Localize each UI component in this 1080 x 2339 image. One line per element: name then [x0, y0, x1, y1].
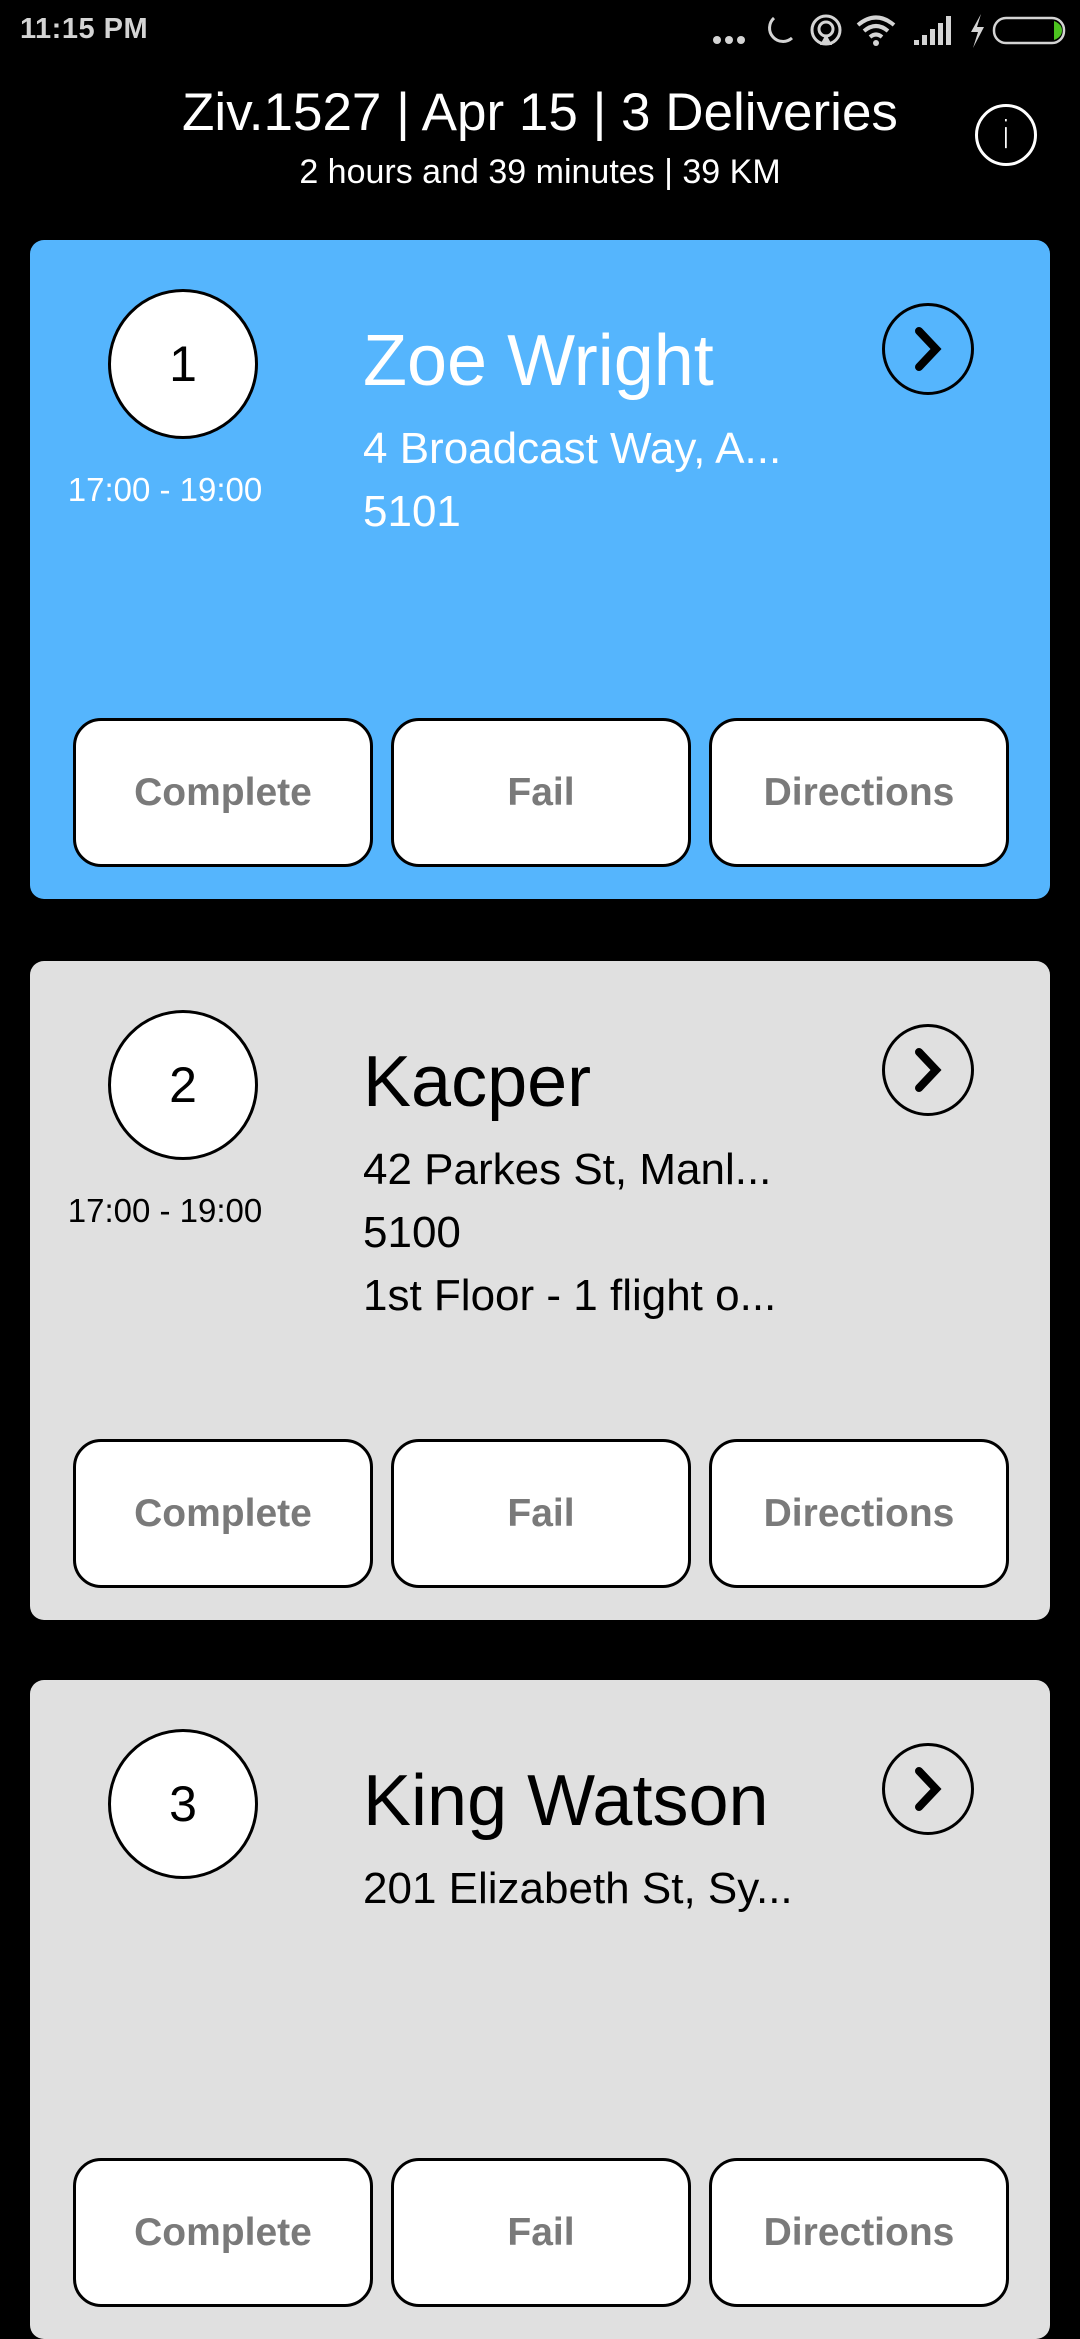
fail-button[interactable]: Fail — [391, 718, 691, 867]
more-dots-icon — [713, 36, 745, 44]
delivery-window: 17:00 - 19:00 — [67, 1192, 263, 1229]
fail-button[interactable]: Fail — [391, 1439, 691, 1588]
address-line: 4 Broadcast Way, A... — [363, 424, 782, 473]
fail-button[interactable]: Fail — [391, 2158, 691, 2307]
status-bar: 11:15 PM — [0, 0, 1080, 60]
delivery-notes: 1st Floor - 1 flight o... — [363, 1271, 777, 1320]
info-button[interactable]: i — [975, 104, 1037, 166]
delivery-card[interactable]: 3 King Watson 201 Elizabeth St, Sy... Co… — [30, 1680, 1050, 2339]
address-line: 42 Parkes St, Manl... — [363, 1145, 772, 1194]
customer-name: Zoe Wright — [363, 321, 714, 401]
status-time: 11:15 PM — [20, 13, 149, 45]
postcode: 5100 — [363, 1208, 461, 1257]
stop-number-badge: 2 — [108, 1010, 258, 1160]
battery-icon — [992, 16, 1066, 45]
address-line: 201 Elizabeth St, Sy... — [363, 1864, 793, 1913]
customer-name: King Watson — [363, 1761, 769, 1841]
directions-button[interactable]: Directions — [709, 718, 1009, 867]
delivery-card[interactable]: 1 17:00 - 19:00 Zoe Wright 4 Broadcast W… — [30, 240, 1050, 899]
chevron-right-icon — [915, 327, 942, 371]
route-summary: 2 hours and 39 minutes | 39 KM — [299, 153, 781, 191]
complete-button[interactable]: Complete — [73, 718, 373, 867]
postcode: 5101 — [363, 487, 461, 536]
signal-icon — [914, 16, 951, 45]
open-details-button[interactable] — [882, 303, 974, 395]
directions-button[interactable]: Directions — [709, 2158, 1009, 2307]
complete-button[interactable]: Complete — [73, 1439, 373, 1588]
moon-icon — [768, 16, 794, 43]
stop-number-badge: 3 — [108, 1729, 258, 1879]
chevron-right-icon — [915, 1767, 942, 1811]
complete-button[interactable]: Complete — [73, 2158, 373, 2307]
open-details-button[interactable] — [882, 1743, 974, 1835]
directions-button[interactable]: Directions — [709, 1439, 1009, 1588]
stop-number-badge: 1 — [108, 289, 258, 439]
route-title: Ziv.1527 | Apr 15 | 3 Deliveries — [182, 83, 898, 142]
customer-name: Kacper — [363, 1042, 592, 1122]
open-details-button[interactable] — [882, 1024, 974, 1116]
charging-bolt-icon — [971, 14, 984, 48]
hotspot-icon — [810, 14, 842, 46]
delivery-card[interactable]: 2 17:00 - 19:00 Kacper 42 Parkes St, Man… — [30, 961, 1050, 1620]
delivery-window: 17:00 - 19:00 — [67, 471, 263, 508]
info-icon: i — [1000, 113, 1012, 157]
wifi-icon — [856, 15, 896, 46]
chevron-right-icon — [915, 1048, 942, 1092]
